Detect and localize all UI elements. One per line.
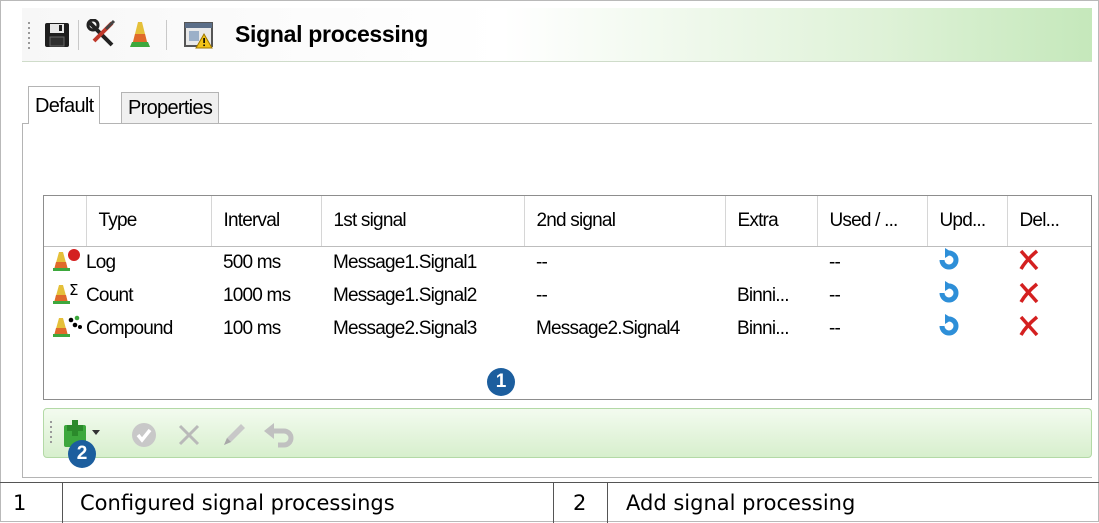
- column-header-interval[interactable]: Interval: [211, 196, 322, 247]
- signal1-cell: Message1.Signal2: [333, 284, 477, 306]
- legend-text-2: Add signal processing: [626, 491, 856, 515]
- interval-cell: 500 ms: [223, 251, 281, 273]
- type-label: Compound: [86, 317, 173, 339]
- signal-processing-icon[interactable]: [128, 20, 152, 53]
- toolbar-grip[interactable]: [28, 22, 31, 49]
- tools-icon[interactable]: [86, 18, 118, 54]
- legend-divider: [62, 483, 63, 523]
- save-icon[interactable]: [44, 22, 70, 53]
- toolbar-separator: [78, 20, 79, 50]
- legend-divider: [553, 483, 554, 523]
- window-warning-icon[interactable]: [184, 21, 214, 54]
- legend-number-1: 1: [13, 491, 27, 515]
- type-label: Log: [86, 251, 116, 273]
- signal2-cell: --: [536, 284, 548, 306]
- callout-badge-1: 1: [487, 368, 515, 396]
- callout-badge-2: 2: [68, 440, 96, 468]
- type-cell: Compound: [44, 312, 211, 345]
- delete-cell: [1007, 279, 1091, 312]
- update-icon[interactable]: [937, 247, 961, 277]
- column-header-used[interactable]: Used / ...: [817, 196, 928, 247]
- grid-header-row: Type Interval 1st signal 2nd signal Extr…: [44, 196, 1091, 247]
- log-icon: [52, 248, 82, 278]
- column-header-extra[interactable]: Extra: [725, 196, 818, 247]
- signal-processing-grid: Type Interval 1st signal 2nd signal Extr…: [43, 195, 1092, 400]
- update-cell: [927, 312, 1007, 345]
- svg-text:Σ: Σ: [69, 281, 78, 299]
- tab-default[interactable]: Default: [28, 86, 101, 124]
- column-header-row-selector: [44, 196, 87, 247]
- legend-table: 1 Configured signal processings 2 Add si…: [0, 482, 1099, 523]
- undo-icon[interactable]: [262, 421, 294, 454]
- column-header-update[interactable]: Upd...: [927, 196, 1008, 247]
- extra-cell: [725, 246, 817, 279]
- delete-icon[interactable]: [1017, 249, 1041, 277]
- table-row[interactable]: Compound 100 ms Message2.Signal3 Message…: [44, 312, 1091, 345]
- column-header-type[interactable]: Type: [86, 196, 212, 247]
- legend-text-1: Configured signal processings: [80, 491, 395, 515]
- update-cell: [927, 279, 1007, 312]
- column-header-2nd-signal[interactable]: 2nd signal: [524, 196, 726, 247]
- table-row[interactable]: Σ Count 1000 ms Message1.Signal2 -- Binn…: [44, 279, 1091, 312]
- update-icon[interactable]: [937, 313, 961, 343]
- interval-cell: 100 ms: [223, 317, 281, 339]
- delete-cell: [1007, 312, 1091, 345]
- used-cell: --: [829, 251, 841, 273]
- type-cell: Σ Count: [44, 279, 211, 312]
- action-toolbar: [43, 408, 1092, 458]
- delete-cell: [1007, 246, 1091, 279]
- signal2-cell: --: [536, 251, 548, 273]
- column-header-1st-signal[interactable]: 1st signal: [321, 196, 525, 247]
- title-toolbar: Signal processing: [22, 8, 1092, 62]
- used-cell: --: [829, 317, 841, 339]
- delete-icon[interactable]: [1017, 315, 1041, 343]
- type-label: Count: [86, 284, 133, 306]
- legend-divider: [607, 483, 608, 523]
- compound-icon: [52, 314, 82, 344]
- page-title: Signal processing: [235, 21, 429, 47]
- signal1-cell: Message1.Signal1: [333, 251, 477, 273]
- signal1-cell: Message2.Signal3: [333, 317, 477, 339]
- tab-strip: Default Properties: [22, 86, 1092, 124]
- count-icon: Σ: [52, 281, 82, 311]
- interval-cell: 1000 ms: [223, 284, 291, 306]
- type-cell: Log: [44, 246, 211, 279]
- table-row[interactable]: Log 500 ms Message1.Signal1 -- --: [44, 246, 1091, 279]
- used-cell: --: [829, 284, 841, 306]
- apply-icon[interactable]: [131, 422, 157, 453]
- legend-number-2: 2: [573, 491, 587, 515]
- toolbar-grip[interactable]: [50, 421, 53, 443]
- signal2-cell: Message2.Signal4: [536, 317, 680, 339]
- update-icon[interactable]: [937, 280, 961, 310]
- update-cell: [927, 246, 1007, 279]
- extra-cell: Binni...: [737, 284, 789, 306]
- toolbar-separator: [166, 20, 167, 50]
- delete-icon[interactable]: [1017, 282, 1041, 310]
- cancel-icon[interactable]: [177, 423, 201, 452]
- extra-cell: Binni...: [737, 317, 789, 339]
- tab-properties[interactable]: Properties: [121, 92, 220, 124]
- edit-icon[interactable]: [220, 421, 248, 454]
- column-header-delete[interactable]: Del...: [1007, 196, 1091, 247]
